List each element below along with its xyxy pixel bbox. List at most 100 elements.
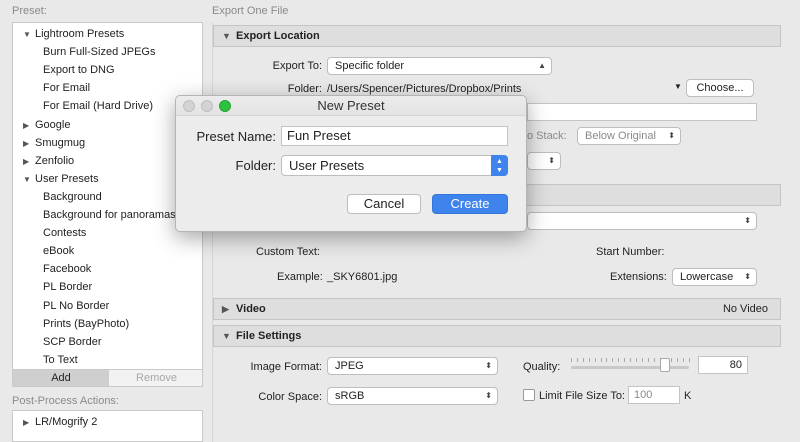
disclosure-open-icon[interactable]: ▼ — [23, 26, 35, 44]
tree-item[interactable]: Contests — [43, 224, 86, 242]
dialog-titlebar: New Preset — [176, 96, 526, 116]
limit-file-size-label: Limit File Size To: — [539, 390, 625, 402]
disclosure-closed-icon[interactable]: ▶ — [23, 153, 35, 171]
tree-folder[interactable]: ▶ Smugmug — [23, 134, 85, 152]
slider-tick — [635, 358, 637, 362]
slider-tick — [571, 358, 572, 362]
folder-select[interactable]: User Presets ▲ ▼ — [281, 155, 508, 176]
tree-item[interactable]: Export to DNG — [43, 61, 115, 79]
slider-tick — [624, 358, 626, 362]
extensions-label: Extensions: — [610, 271, 667, 283]
tree-folder[interactable]: ▼ Lightroom Presets — [23, 25, 124, 43]
section-video[interactable]: ▶ Video No Video — [213, 298, 781, 320]
tree-label: PL No Border — [43, 299, 110, 312]
rename-template-select[interactable]: ⬍ — [527, 212, 757, 230]
export-to-select[interactable]: Specific folder ▲ — [327, 57, 552, 75]
tree-item[interactable]: Background — [43, 188, 102, 206]
tree-item[interactable]: Facebook — [43, 260, 91, 278]
tree-label: Prints (BayPhoto) — [43, 317, 130, 330]
slider-tick — [671, 358, 673, 362]
color-space-select[interactable]: sRGB ⬍ — [327, 387, 498, 405]
section-title: File Settings — [236, 330, 302, 342]
preset-name-label: Preset Name: — [196, 129, 276, 144]
tree-item[interactable]: Background for panoramas — [43, 206, 176, 224]
tree-label: SCP Border — [43, 335, 102, 348]
post-process-list[interactable]: ▶ LR/Mogrify 2 — [12, 410, 203, 442]
tree-label: PL Border — [43, 281, 93, 294]
folder-history-dropdown-icon[interactable]: ▼ — [674, 82, 682, 91]
image-format-select[interactable]: JPEG ⬍ — [327, 357, 498, 375]
tree-folder[interactable]: ▼ User Presets — [23, 170, 99, 188]
section-file-settings[interactable]: ▼ File Settings — [213, 325, 781, 347]
stack-select[interactable]: Below Original ⬍ — [577, 127, 681, 145]
custom-text-label: Custom Text: — [256, 246, 320, 258]
choose-folder-button[interactable]: Choose... — [686, 79, 754, 97]
preset-button-bar: Add Remove — [12, 370, 203, 387]
tree-item[interactable]: Prints (BayPhoto) — [43, 315, 129, 333]
disclosure-closed-icon[interactable]: ▶ — [23, 135, 35, 153]
create-button[interactable]: Create — [432, 194, 508, 214]
image-format-label: Image Format: — [250, 361, 322, 373]
tree-label: eBook — [43, 245, 75, 258]
folder-path: /Users/Spencer/Pictures/Dropbox/Prints — [327, 83, 522, 95]
cancel-button[interactable]: Cancel — [347, 194, 421, 214]
slider-tick — [677, 358, 679, 362]
quality-field[interactable]: 80 — [698, 356, 748, 374]
add-preset-button[interactable]: Add — [13, 370, 109, 386]
remove-preset-button[interactable]: Remove — [109, 370, 204, 386]
up-down-arrows-icon: ⬍ — [744, 272, 751, 281]
tree-label: Export to DNG — [43, 64, 115, 77]
section-title: Export Location — [236, 30, 320, 42]
disclosure-closed-icon[interactable]: ▶ — [23, 414, 35, 432]
preset-name-input[interactable]: Fun Preset — [281, 126, 508, 146]
disclosure-open-icon: ▼ — [222, 331, 231, 341]
slider-tick — [588, 358, 590, 362]
tree-item[interactable]: eBook — [43, 242, 74, 260]
disclosure-open-icon: ▼ — [222, 31, 231, 41]
tree-label: To Text — [43, 353, 78, 366]
extensions-value: Lowercase — [680, 271, 734, 283]
disclosure-open-icon[interactable]: ▼ — [23, 171, 35, 189]
up-down-arrows-icon: ▲ — [538, 61, 546, 70]
dialog-title: New Preset — [317, 98, 385, 113]
export-to-value: Specific folder — [335, 60, 405, 72]
tree-label: Lightroom Presets — [35, 28, 125, 40]
tree-item[interactable]: PL No Border — [43, 297, 109, 315]
tree-label: Contests — [43, 227, 87, 240]
tree-folder[interactable]: ▶ Zenfolio — [23, 152, 74, 170]
tree-item[interactable]: PL Border — [43, 278, 92, 296]
tree-item[interactable]: To Text — [43, 351, 78, 369]
tree-item[interactable]: SCP Border — [43, 333, 102, 351]
export-header: Export One File — [212, 5, 289, 17]
existing-files-select[interactable]: ⬍ — [527, 152, 561, 170]
tree-label: For Email (Hard Drive) — [43, 100, 154, 113]
export-to-label: Export To: — [272, 60, 322, 72]
tree-label: User Presets — [35, 172, 99, 185]
disclosure-closed-icon[interactable]: ▶ — [23, 117, 35, 135]
slider-tick — [618, 358, 620, 362]
example-value: _SKY6801.jpg — [327, 271, 398, 283]
image-format-value: JPEG — [335, 360, 364, 372]
section-export-location[interactable]: ▼ Export Location — [213, 25, 781, 47]
slider-tick — [630, 358, 631, 362]
color-space-label: Color Space: — [258, 391, 322, 403]
tree-item[interactable]: Burn Full-Sized JPEGs — [43, 43, 155, 61]
quality-slider[interactable] — [571, 366, 689, 369]
limit-unit: K — [684, 390, 692, 402]
tree-label: Background for panoramas — [43, 209, 176, 221]
slider-tick — [683, 358, 685, 362]
tree-label: Background — [43, 190, 102, 203]
tree-item[interactable]: For Email — [43, 79, 90, 97]
subfolder-field[interactable] — [527, 103, 757, 121]
slider-tick — [641, 358, 643, 362]
limit-file-size-checkbox[interactable] — [523, 389, 535, 401]
disclosure-closed-icon: ▶ — [222, 304, 229, 314]
tree-folder[interactable]: ▶ Google — [23, 116, 70, 134]
slider-tick — [582, 358, 584, 362]
extensions-select[interactable]: Lowercase ⬍ — [672, 268, 757, 286]
limit-file-size-field[interactable]: 100 — [628, 386, 680, 404]
preset-label: Preset: — [12, 5, 47, 17]
tree-folder[interactable]: ▶ LR/Mogrify 2 — [23, 413, 97, 431]
tree-item[interactable]: For Email (Hard Drive) — [43, 97, 153, 115]
quality-slider-thumb[interactable] — [660, 358, 671, 372]
